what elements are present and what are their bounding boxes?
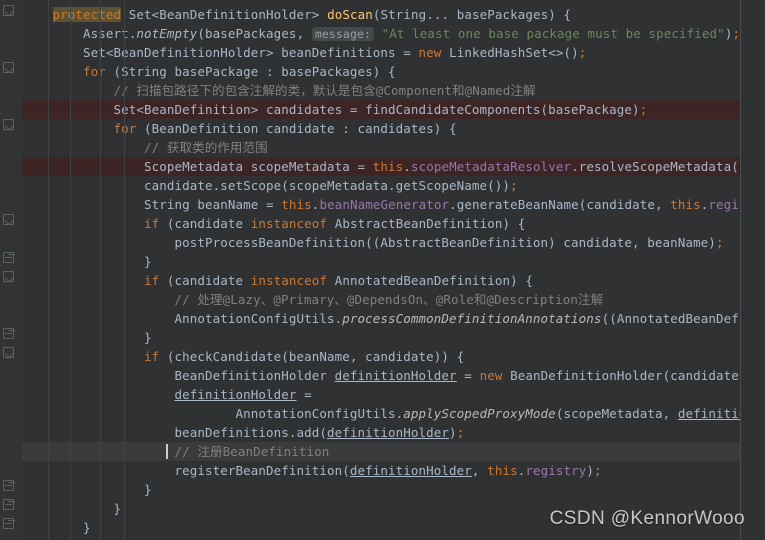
indent-guide	[48, 0, 49, 540]
text-caret	[166, 444, 168, 459]
code-line[interactable]: Assert.notEmpty(basePackages, message: "…	[0, 24, 765, 43]
watermark-text: CSDN @KennorWooo	[549, 508, 745, 529]
code-line[interactable]: AnnotationConfigUtils.processCommonDefin…	[0, 309, 765, 328]
code-line[interactable]: Set<BeanDefinition> candidates = findCan…	[0, 100, 765, 119]
code-line[interactable]: String beanName = this.beanNameGenerator…	[0, 195, 765, 214]
code-line[interactable]: }	[0, 252, 765, 271]
code-line[interactable]: BeanDefinitionHolder definitionHolder = …	[0, 366, 765, 385]
code-line[interactable]: ScopeMetadata scopeMetadata = this.scope…	[0, 157, 765, 176]
code-line[interactable]: for (BeanDefinition candidate : candidat…	[0, 119, 765, 138]
code-line[interactable]: for (String basePackage : basePackages) …	[0, 62, 765, 81]
editor-gutter[interactable]	[0, 0, 22, 540]
fold-collapse-icon[interactable]	[3, 62, 14, 73]
fold-collapse-icon[interactable]	[3, 119, 14, 130]
indent-guide	[124, 0, 125, 540]
code-line[interactable]: AnnotationConfigUtils.applyScopedProxyMo…	[0, 404, 765, 423]
code-line[interactable]: protected Set<BeanDefinitionHolder> doSc…	[0, 5, 765, 24]
code-line[interactable]: if (checkCandidate(beanName, candidate))…	[0, 347, 765, 366]
fold-expand-icon[interactable]	[3, 480, 14, 491]
code-line[interactable]: // 处理@Lazy、@Primary、@DependsOn、@Role和@De…	[0, 290, 765, 309]
indent-guide	[100, 0, 101, 540]
code-text-area[interactable]: protected Set<BeanDefinitionHolder> doSc…	[0, 0, 765, 540]
fold-expand-icon[interactable]	[3, 518, 14, 529]
fold-collapse-icon[interactable]	[3, 347, 14, 358]
code-line[interactable]: definitionHolder =	[0, 385, 765, 404]
code-line[interactable]: registerBeanDefinition(definitionHolder,…	[0, 461, 765, 480]
fold-collapse-icon[interactable]	[3, 271, 14, 282]
code-editor[interactable]: protected Set<BeanDefinitionHolder> doSc…	[0, 0, 765, 540]
fold-expand-icon[interactable]	[3, 252, 14, 263]
code-line[interactable]: beanDefinitions.add(definitionHolder);	[0, 423, 765, 442]
editor-right-border	[740, 0, 741, 540]
code-line[interactable]: // 获取类的作用范围	[0, 138, 765, 157]
fold-expand-icon[interactable]	[3, 328, 14, 339]
indent-guide	[70, 0, 71, 540]
code-line[interactable]: }	[0, 480, 765, 499]
code-line[interactable]: candidate.setScope(scopeMetadata.getScop…	[0, 176, 765, 195]
code-line[interactable]: }	[0, 328, 765, 347]
code-line[interactable]: Set<BeanDefinitionHolder> beanDefinition…	[0, 43, 765, 62]
fold-expand-icon[interactable]	[3, 499, 14, 510]
fold-collapse-icon[interactable]	[3, 214, 14, 225]
code-line[interactable]: // 注册BeanDefinition	[0, 442, 765, 461]
code-line[interactable]: // 扫描包路径下的包含注解的类，默认是包含@Component和@Named注…	[0, 81, 765, 100]
code-line[interactable]: if (candidate instanceof AnnotatedBeanDe…	[0, 271, 765, 290]
fold-collapse-icon[interactable]	[3, 5, 14, 16]
parameter-hint: message:	[311, 27, 375, 41]
editor-right-strip	[741, 0, 765, 540]
code-line[interactable]: if (candidate instanceof AbstractBeanDef…	[0, 214, 765, 233]
code-line[interactable]: postProcessBeanDefinition((AbstractBeanD…	[0, 233, 765, 252]
